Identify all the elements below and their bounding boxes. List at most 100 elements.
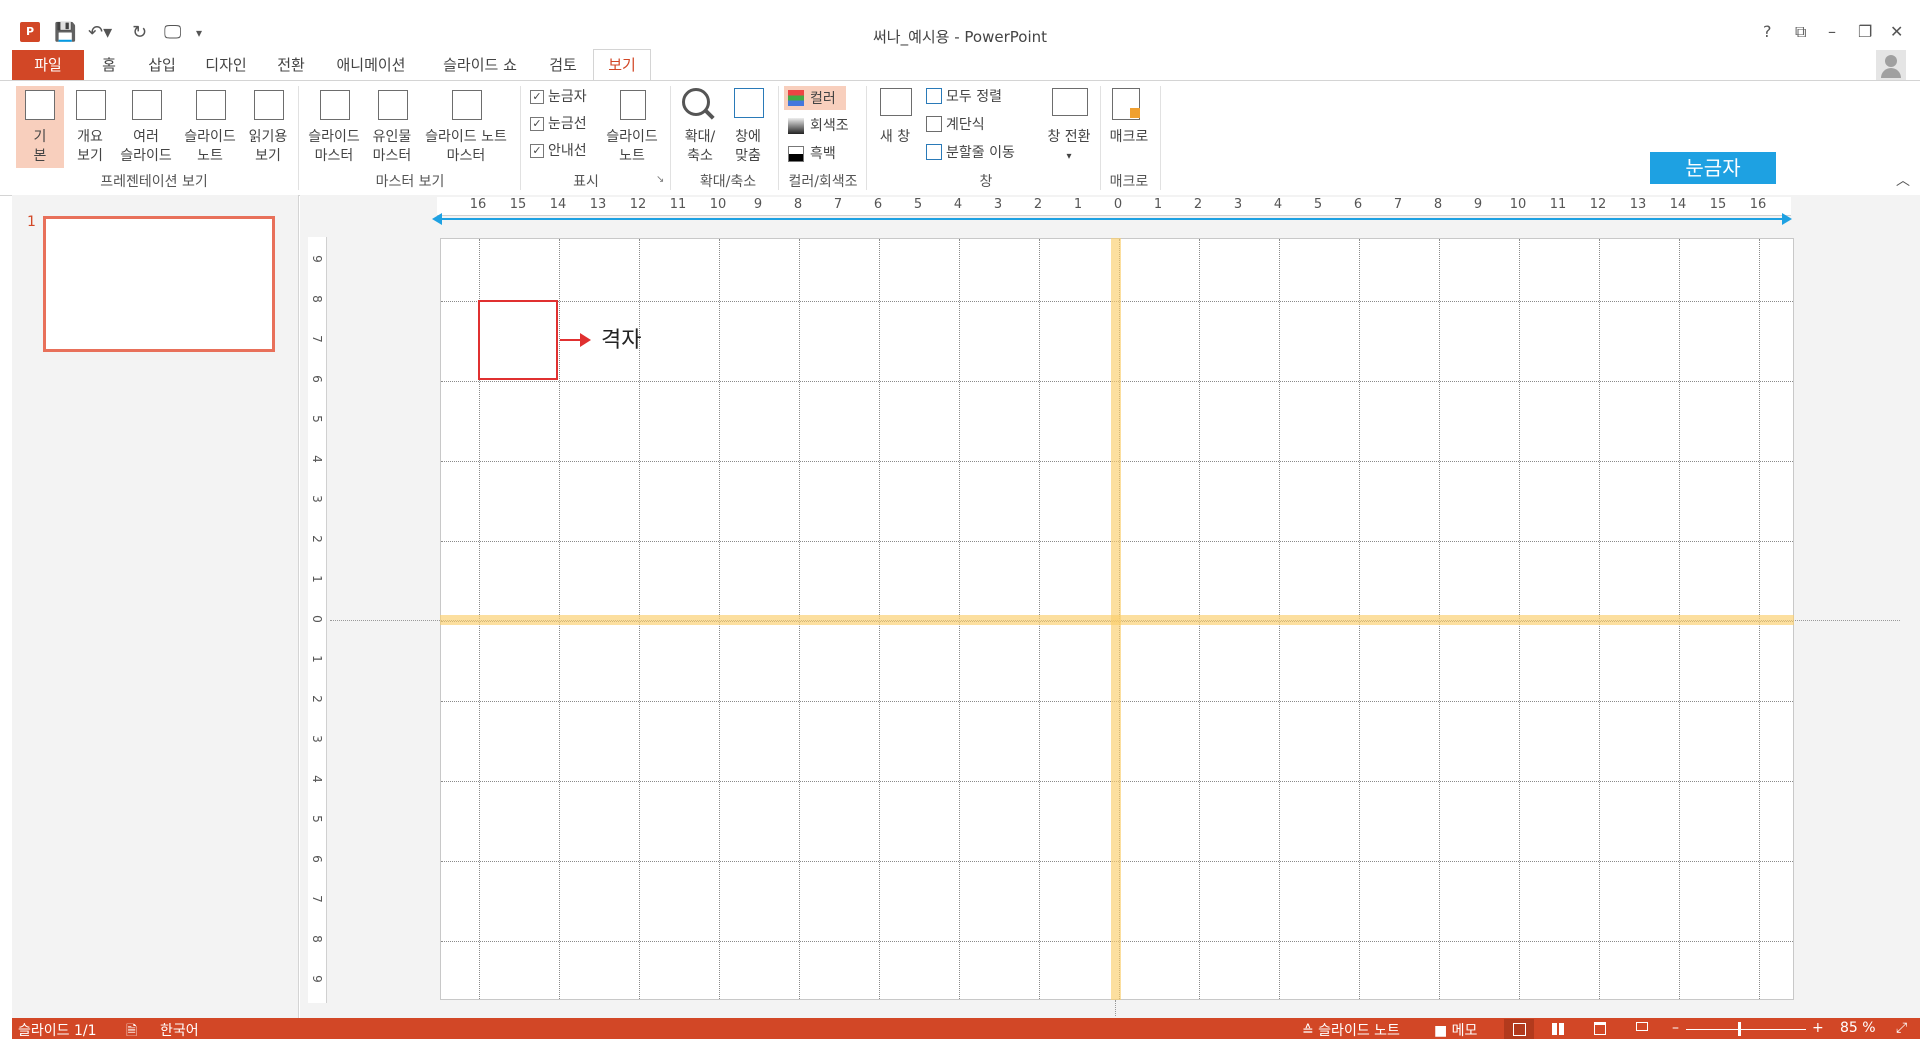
fit-slide-icon[interactable]: ⤢ [1896, 1020, 1907, 1036]
ruler-span-left-arrow-icon [432, 213, 442, 225]
move-split-icon[interactable] [926, 144, 942, 160]
color-swatch-icon[interactable] [788, 90, 804, 106]
slide-show-status-icon[interactable] [1636, 1022, 1648, 1031]
tab-slide-show[interactable]: 슬라이드 쇼 [436, 50, 524, 80]
zoom-out-button[interactable]: – [1672, 1020, 1679, 1036]
notes-toggle-button[interactable]: ≙ 슬라이드 노트 [1302, 1020, 1400, 1040]
vertical-ruler-tick-label: 3 [310, 735, 324, 743]
switch-windows-icon[interactable] [1052, 88, 1088, 116]
tab-insert[interactable]: 삽입 [144, 50, 180, 80]
black-white-mode-label[interactable]: 흑백 [810, 143, 836, 163]
macros-label[interactable]: 매크로 [1104, 128, 1154, 147]
color-mode-label[interactable]: 컬러 [810, 88, 836, 108]
horizontal-ruler-tick-label: 15 [1709, 197, 1727, 212]
notes-page-icon[interactable] [196, 90, 226, 120]
maximize-icon[interactable]: ❐ [1858, 22, 1872, 41]
zoom-level-status[interactable]: 85 % [1840, 1020, 1876, 1036]
group-separator [670, 86, 671, 190]
horizontal-ruler-tick-label: 3 [1233, 197, 1243, 212]
guides-checkbox[interactable]: ✓ 안내선 [530, 140, 587, 160]
status-bar [12, 1018, 1920, 1039]
new-window-label[interactable]: 새 창 [870, 128, 920, 147]
vertical-ruler-tick-label: 4 [310, 455, 324, 463]
zoom-slider-thumb[interactable] [1738, 1022, 1741, 1036]
show-dialog-launcher-icon[interactable]: ↘ [656, 174, 664, 185]
horizontal-ruler-tick-label: 3 [993, 197, 1003, 212]
grayscale-icon[interactable] [788, 118, 804, 134]
horizontal-ruler-tick-label: 2 [1033, 197, 1043, 212]
horizontal-ruler-tick-label: 0 [1113, 197, 1123, 212]
notes-master-label-1: 슬라이드 노트 [425, 129, 507, 145]
horizontal-ruler-tick-label: 2 [1193, 197, 1203, 212]
group-label-macros: 매크로 [1109, 174, 1149, 190]
group-separator [1160, 86, 1161, 190]
black-white-icon[interactable] [788, 146, 804, 162]
horizontal-guide[interactable] [440, 615, 1794, 625]
reading-view-icon[interactable] [254, 90, 284, 120]
grayscale-mode-label[interactable]: 회색조 [810, 115, 849, 135]
vertical-ruler-tick-label: 6 [310, 375, 324, 383]
horizontal-ruler-tick-label: 9 [753, 197, 763, 212]
guides-checkbox-label: 안내선 [548, 143, 587, 159]
switch-windows-dropdown-icon[interactable]: ▾ [1036, 147, 1102, 166]
slide-thumbnail[interactable] [43, 216, 275, 352]
move-split-label[interactable]: 분할줄 이동 [946, 142, 1015, 162]
horizontal-ruler-tick-label: 12 [629, 197, 647, 212]
slide-count-status[interactable]: 슬라이드 1/1 [18, 1020, 97, 1040]
vertical-ruler-tick-label: 7 [310, 895, 324, 903]
comments-toggle-button[interactable]: ■ 메모 [1434, 1020, 1477, 1040]
gridlines-checkbox-label: 눈금선 [548, 116, 587, 132]
vertical-ruler-tick-label: 2 [310, 695, 324, 703]
horizontal-ruler-tick-label: 10 [1509, 197, 1527, 212]
horizontal-ruler-tick-label: 9 [1473, 197, 1483, 212]
arrange-all-label[interactable]: 모두 정렬 [946, 86, 1002, 106]
tab-transitions[interactable]: 전환 [273, 50, 309, 80]
new-window-icon[interactable] [880, 88, 912, 116]
notes-page-label-1: 슬라이드 [184, 129, 236, 145]
account-avatar[interactable] [1876, 50, 1906, 80]
cascade-icon[interactable] [926, 116, 942, 132]
ruler-checkbox[interactable]: ✓ 눈금자 [530, 86, 587, 106]
normal-view-label-2: 본 [33, 148, 47, 164]
notes-master-label-2: 마스터 [446, 148, 486, 164]
horizontal-ruler-tick-label: 10 [709, 197, 727, 212]
help-icon[interactable]: ? [1763, 22, 1772, 41]
tab-design[interactable]: 디자인 [202, 50, 250, 80]
normal-view-status-button[interactable] [1504, 1019, 1534, 1039]
horizontal-ruler-tick-label: 8 [793, 197, 803, 212]
group-separator [298, 86, 299, 190]
normal-view-icon[interactable] [25, 90, 55, 120]
guides-check-icon: ✓ [530, 144, 544, 158]
cascade-label[interactable]: 계단식 [946, 114, 985, 134]
close-icon[interactable]: ✕ [1890, 22, 1903, 41]
spell-check-icon[interactable]: 🗎 [126, 1020, 137, 1044]
slide-sorter-status-icon[interactable] [1552, 1023, 1564, 1035]
vertical-ruler-tick-label: 1 [310, 655, 324, 663]
collapse-ribbon-icon[interactable]: ︿ [1896, 170, 1910, 190]
tab-animations[interactable]: 애니메이션 [332, 50, 410, 80]
notes-pane-icon[interactable] [620, 90, 646, 120]
reading-view-status-icon[interactable] [1594, 1022, 1606, 1035]
gridlines-checkbox[interactable]: ✓ 눈금선 [530, 113, 587, 133]
outline-view-icon[interactable] [76, 90, 106, 120]
slide-thumbnail-number: 1 [27, 214, 36, 230]
tab-review[interactable]: 검토 [545, 50, 581, 80]
arrange-all-icon[interactable] [926, 88, 942, 104]
switch-windows-label[interactable]: 창 전환 [1036, 128, 1102, 147]
tab-file[interactable]: 파일 [12, 50, 84, 80]
minimize-icon[interactable]: – [1828, 22, 1836, 41]
zoom-in-button[interactable]: + [1812, 1020, 1824, 1036]
handout-master-label-2: 마스터 [372, 148, 412, 164]
ribbon-display-options-icon[interactable]: ⧉ [1795, 22, 1806, 42]
zoom-slider-track[interactable] [1686, 1029, 1806, 1030]
tab-view[interactable]: 보기 [593, 49, 651, 81]
horizontal-ruler-tick-label: 11 [1549, 197, 1567, 212]
horizontal-ruler-tick-label: 12 [1589, 197, 1607, 212]
slide-master-icon[interactable] [320, 90, 350, 120]
language-status[interactable]: 한국어 [160, 1020, 199, 1040]
notes-master-icon[interactable] [452, 90, 482, 120]
slide-sorter-icon[interactable] [132, 90, 162, 120]
tab-home[interactable]: 홈 [97, 50, 121, 80]
handout-master-icon[interactable] [378, 90, 408, 120]
fit-to-window-icon[interactable] [734, 88, 764, 118]
